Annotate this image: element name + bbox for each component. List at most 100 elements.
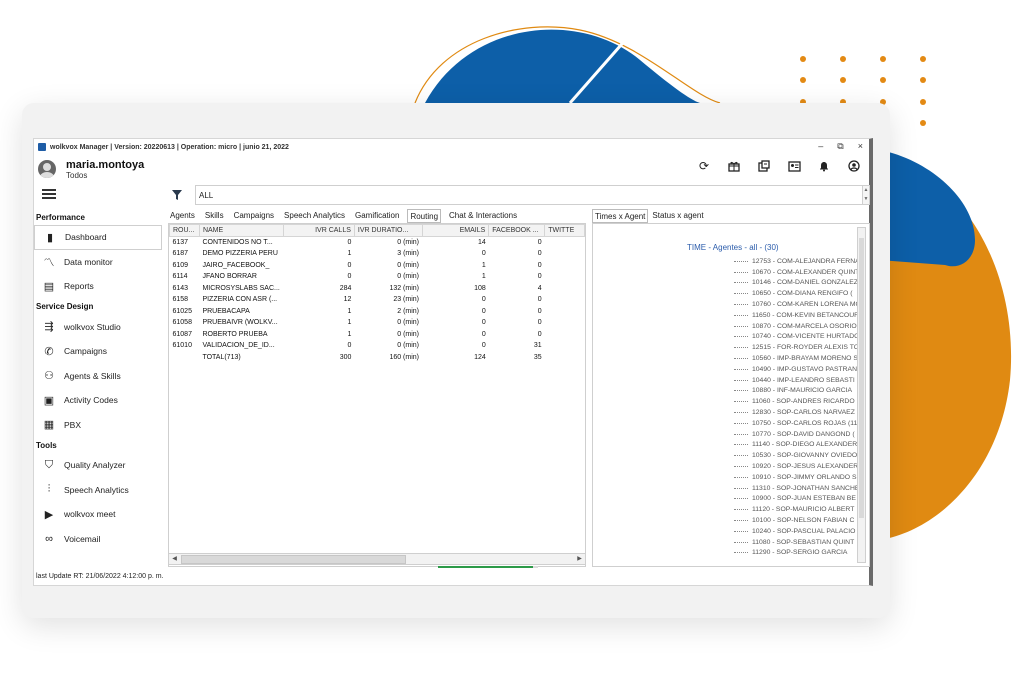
menu-icon[interactable] xyxy=(42,189,56,199)
tree-item[interactable]: 10530 - SOP-GIOVANNY OVIEDO xyxy=(734,450,861,461)
table-row[interactable]: 6143 MICROSYSLABS SAC... 284 132 (min) 108 4 xyxy=(170,283,585,295)
table-row[interactable]: 61058 PRUEBAIVR (WOLKV... 1 0 (min) 0 0 xyxy=(170,317,585,329)
tree-item[interactable]: 10920 - SOP-JESUS ALEXANDER xyxy=(734,461,861,472)
tab-chat-interactions[interactable]: Chat & Interactions xyxy=(447,209,519,223)
sidebar-item-quality-analyzer[interactable]: ⛉ Quality Analyzer xyxy=(34,453,162,478)
scroll-right-icon[interactable]: ▶ xyxy=(575,555,584,564)
tree-item-label: 10740 - COM-VICENTE HURTADO xyxy=(752,333,860,341)
tree-item[interactable]: 10870 - COM-MARCELA OSORIO xyxy=(734,321,861,332)
avatar[interactable] xyxy=(38,160,56,178)
tab-agents[interactable]: Agents xyxy=(168,209,197,223)
column-header-ivr-duration[interactable]: IVR DURATIO... xyxy=(353,224,423,237)
export-icon[interactable] xyxy=(757,159,771,173)
tab-routing[interactable]: Routing xyxy=(407,209,442,223)
tree-item[interactable]: 10670 - COM-ALEXANDER QUINT xyxy=(734,267,861,278)
tree-connector xyxy=(734,260,748,262)
table-row[interactable]: TOTAL(713) 300 160 (min) 124 35 xyxy=(170,352,585,364)
column-header-facebook[interactable]: FACEBOOK ... xyxy=(488,224,546,237)
tree-root[interactable]: TIME - Agentes - all - (30) xyxy=(687,243,779,252)
column-header-ivr-calls[interactable]: IVR CALLS xyxy=(282,224,355,237)
sidebar-item-dashboard[interactable]: ▮ Dashboard xyxy=(34,225,162,250)
scrollbar-thumb[interactable] xyxy=(181,555,406,564)
contact-card-icon[interactable] xyxy=(787,159,801,173)
tab-speech-analytics[interactable]: Speech Analytics xyxy=(282,209,347,223)
tree-item[interactable]: 10650 - COM-DIANA RENGIFO ( xyxy=(734,288,861,299)
tree-item[interactable]: 11080 - SOP-SEBASTIAN QUINT xyxy=(734,537,861,548)
sidebar-item-campaigns[interactable]: ✆ Campaigns xyxy=(34,339,162,364)
table-row[interactable]: 6137 CONTENIDOS NO T... 0 0 (min) 14 0 xyxy=(170,237,585,249)
sidebar-item-wolkvox-meet[interactable]: ▶ wolkvox meet xyxy=(34,502,162,527)
scroll-left-icon[interactable]: ◀ xyxy=(170,555,179,564)
sidebar-item-voicemail[interactable]: ∞ Voicemail xyxy=(34,527,162,552)
filter-scrollbar[interactable]: ▲ ▼ xyxy=(862,185,870,205)
column-header-route[interactable]: ROU... xyxy=(169,224,200,237)
table-cell: 0 xyxy=(347,342,352,350)
tree-item[interactable]: 12753 - COM-ALEJANDRA FERNA xyxy=(734,256,861,267)
scrollbar-thumb[interactable] xyxy=(859,238,864,518)
sidebar-item-speech-analytics[interactable]: ⫶ Speech Analytics xyxy=(34,478,162,503)
table-row[interactable]: 6114 JFANO BORRAR 0 0 (min) 1 0 xyxy=(170,271,585,283)
sidebar-item-agents-skills[interactable]: ⚇ Agents & Skills xyxy=(34,364,162,389)
tree-item[interactable]: 10770 - SOP-DAVID DANGOND ( xyxy=(734,429,861,440)
pbx-icon: ▦ xyxy=(43,419,55,432)
tree-item[interactable]: 11310 - SOP-JONATHAN SANCHE xyxy=(734,483,861,494)
tab-campaigns[interactable]: Campaigns xyxy=(232,209,276,223)
table-row[interactable]: 6187 DEMO PIZZERIA PERU 1 3 (min) 0 0 xyxy=(170,248,585,260)
tree-item[interactable]: 10560 - IMP-BRAYAM MORENO S xyxy=(734,353,861,364)
bell-icon[interactable] xyxy=(817,159,831,173)
tree-item[interactable]: 10900 - SOP-JUAN ESTEBAN BE xyxy=(734,494,861,505)
filter-icon[interactable] xyxy=(171,189,183,201)
tree-item[interactable]: 11140 - SOP-DIEGO ALEXANDER xyxy=(734,440,861,451)
tree-item[interactable]: 10100 - SOP-NELSON FABIAN C xyxy=(734,515,861,526)
table-row[interactable]: 61010 VALIDACION_DE_ID... 0 0 (min) 0 31 xyxy=(170,340,585,352)
table-cell xyxy=(545,294,585,306)
status-bar: last Update RT: 21/06/2022 4:12:00 p. m. xyxy=(36,573,164,580)
column-header-name[interactable]: NAME xyxy=(198,224,284,237)
tab-times-x-agent[interactable]: Times x Agent xyxy=(592,209,649,223)
tree-item[interactable]: 11650 - COM-KEVIN BETANCOUR xyxy=(734,310,861,321)
column-header-emails[interactable]: EMAILS xyxy=(421,224,490,237)
close-button[interactable]: × xyxy=(858,141,863,152)
column-header-twitter[interactable]: TWITTE xyxy=(544,224,585,237)
tree-item[interactable]: 10750 - SOP-CARLOS ROJAS (11 xyxy=(734,418,861,429)
tree-connector xyxy=(734,379,748,381)
tab-gamification[interactable]: Gamification xyxy=(353,209,401,223)
tree-item[interactable]: 10240 - SOP-PASCUAL PALACIO xyxy=(734,526,861,537)
tab-skills[interactable]: Skills xyxy=(203,209,226,223)
vertical-scrollbar[interactable] xyxy=(857,227,866,563)
tab-status-x-agent[interactable]: Status x agent xyxy=(650,209,705,223)
table-cell: DEMO PIZZERIA PERU xyxy=(202,250,278,258)
tree-item[interactable]: 10880 - INF-MAURICIO GARCIA xyxy=(734,386,861,397)
tree-item[interactable]: 10910 - SOP-JIMMY ORLANDO S xyxy=(734,472,861,483)
sidebar-item-data-monitor[interactable]: 〽 Data monitor xyxy=(34,250,162,275)
sidebar-item-reports[interactable]: ▤ Reports xyxy=(34,274,162,299)
table-cell: 0 xyxy=(481,296,486,304)
table-row[interactable]: 61025 PRUEBACAPA 1 2 (min) 0 0 xyxy=(170,306,585,318)
tree-item-label: 10490 - IMP-GUSTAVO PASTRAN xyxy=(752,365,857,373)
sidebar-item-activity-codes[interactable]: ▣ Activity Codes xyxy=(34,388,162,413)
gift-icon[interactable] xyxy=(727,159,741,173)
tree-item[interactable]: 11290 - SOP-SERGIO GARCIA xyxy=(734,548,861,559)
tree-item[interactable]: 12830 - SOP-CARLOS NARVAEZ ( xyxy=(734,407,861,418)
sidebar-item-wolkvox-studio[interactable]: ⇶ wolkvox Studio xyxy=(34,315,162,340)
tree-item[interactable]: 11060 - SOP-ANDRES RICARDO xyxy=(734,396,861,407)
sidebar-item-pbx[interactable]: ▦ PBX xyxy=(34,413,162,438)
tree-item[interactable]: 10146 - COM-DANIEL GONZALEZ xyxy=(734,278,861,289)
refresh-icon[interactable]: ⟳ xyxy=(697,159,711,173)
table-row[interactable]: 61087 ROBERTO PRUEBA 1 0 (min) 0 0 xyxy=(170,329,585,341)
table-row[interactable]: 6109 JAIRO_FACEBOOK_ 0 0 (min) 1 0 xyxy=(170,260,585,272)
tree-item[interactable]: 10760 - COM-KAREN LORENA MO xyxy=(734,299,861,310)
tree-connector xyxy=(734,282,748,284)
tree-item[interactable]: 10740 - COM-VICENTE HURTADO xyxy=(734,332,861,343)
tree-item[interactable]: 12515 - FOR-ROYDER ALEXIS TO xyxy=(734,342,861,353)
tree-item[interactable]: 10490 - IMP-GUSTAVO PASTRAN xyxy=(734,364,861,375)
table-row[interactable]: 6158 PIZZERIA CON ASR (... 12 23 (min) 0 0 xyxy=(170,294,585,306)
minimize-button[interactable]: – xyxy=(818,141,823,152)
filter-input[interactable] xyxy=(195,185,863,205)
horizontal-scrollbar[interactable]: ◀ ▶ xyxy=(168,553,586,565)
user-circle-icon[interactable] xyxy=(847,159,861,173)
restore-button[interactable]: ⧉ xyxy=(837,141,843,152)
tree-item[interactable]: 11120 - SOP-MAURICIO ALBERT xyxy=(734,504,861,515)
tree-item[interactable]: 10440 - IMP-LEANDRO SEBASTI xyxy=(734,375,861,386)
tree-connector xyxy=(734,304,748,306)
